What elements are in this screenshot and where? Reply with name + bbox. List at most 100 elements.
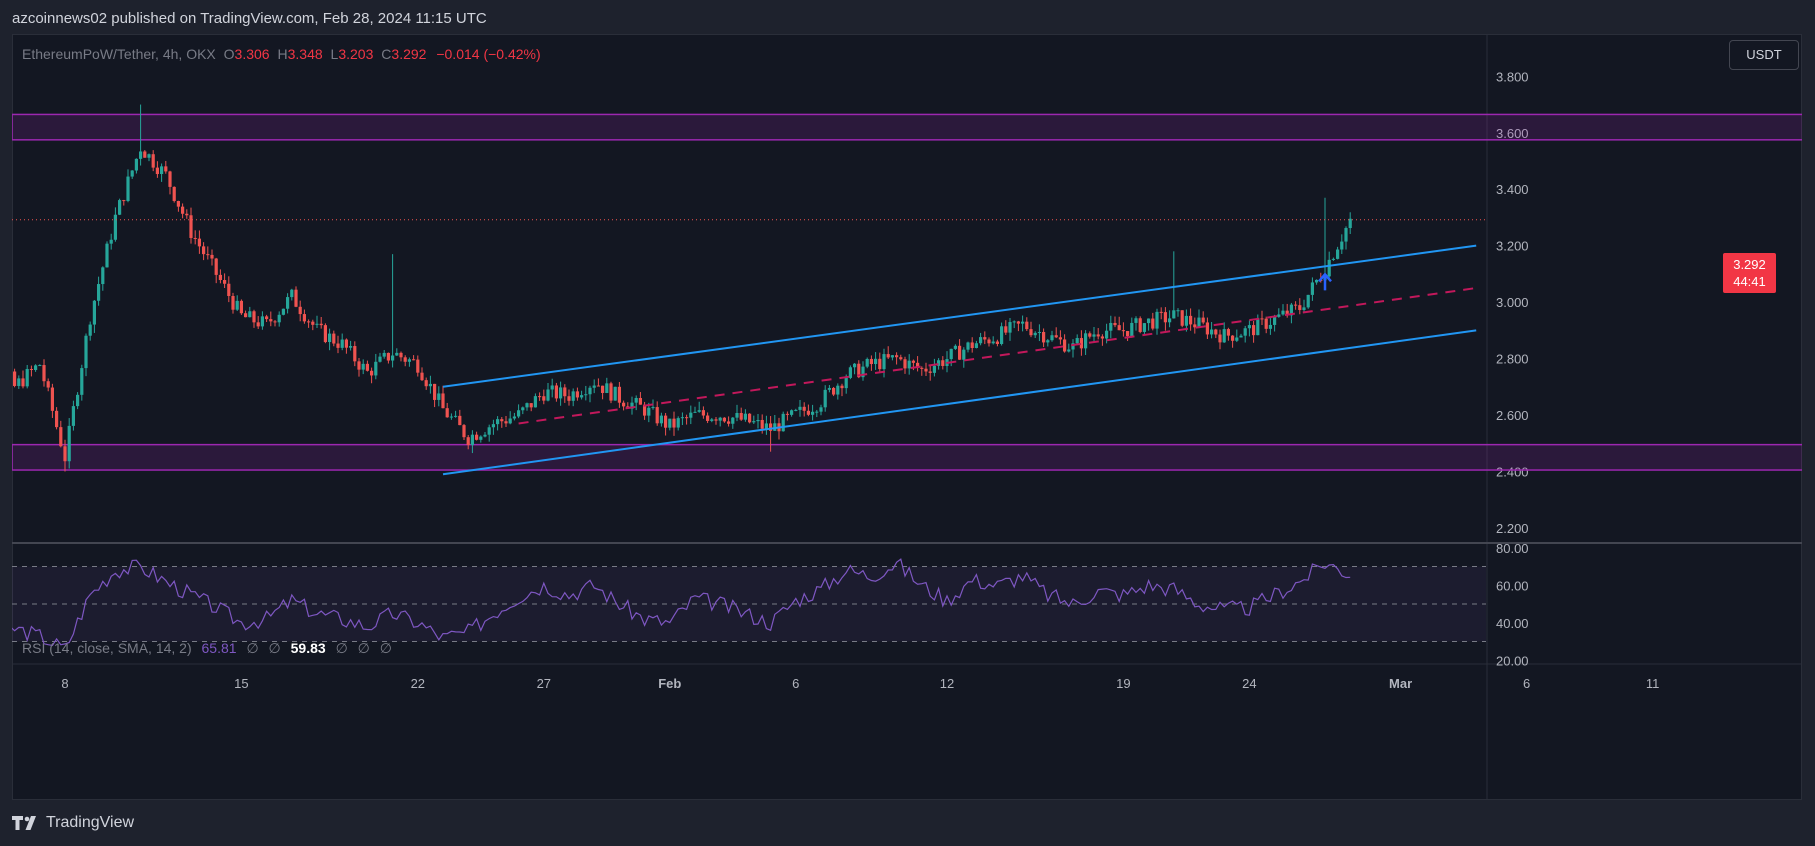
candle-body: [1033, 332, 1037, 336]
candle-body: [605, 383, 609, 393]
candle-body: [1260, 318, 1264, 320]
candle-body: [1189, 315, 1193, 325]
candle-body: [756, 419, 760, 422]
candle-body: [542, 396, 546, 401]
candle-body: [1340, 241, 1344, 250]
candle-body: [59, 427, 63, 447]
candle-body: [1096, 334, 1100, 337]
candle-body: [1016, 321, 1020, 324]
tradingview-logo[interactable]: TradingView: [12, 814, 134, 832]
channel-mid-line: [518, 287, 1477, 425]
candle-body: [1138, 318, 1142, 332]
candle-body: [391, 355, 395, 361]
candle-body: [974, 343, 978, 349]
price-tick-label: 3.200: [1496, 239, 1529, 254]
candle-body: [1004, 326, 1008, 333]
candle-body: [521, 407, 525, 411]
candle-body: [752, 421, 756, 423]
symbol-title: EthereumPoW/Tether, 4h, OKX: [22, 46, 216, 62]
time-tick-label: Feb: [658, 676, 681, 691]
candle-body: [185, 213, 189, 216]
candle-body: [538, 396, 542, 398]
rsi-tick-label: 40.00: [1496, 616, 1529, 631]
candle-body: [130, 170, 134, 177]
candle-body: [953, 345, 957, 349]
rsi-na-1: ∅: [246, 640, 259, 656]
currency-button[interactable]: USDT: [1729, 40, 1799, 70]
candle-body: [718, 417, 722, 421]
candle-body: [80, 368, 84, 395]
candle-body: [1155, 311, 1159, 329]
candle-body: [722, 417, 726, 422]
candle-body: [647, 407, 651, 416]
candle-body: [987, 339, 991, 344]
time-tick-label: 8: [61, 676, 68, 691]
candle-body: [445, 408, 449, 418]
candle-body: [672, 418, 676, 428]
candle-body: [176, 200, 180, 207]
candle-body: [63, 446, 67, 462]
candle-body: [17, 378, 21, 386]
candle-body: [559, 387, 563, 399]
candle-body: [1008, 322, 1012, 333]
candle-body: [962, 349, 966, 360]
candle-body: [701, 410, 705, 416]
candle-body: [815, 411, 819, 413]
candle-body: [71, 406, 75, 426]
candle-body: [748, 413, 752, 423]
rsi-na-2: ∅: [268, 640, 281, 656]
candle-body: [764, 423, 768, 429]
candle-body: [1029, 329, 1033, 336]
time-tick-label: 6: [1523, 676, 1530, 691]
candle-body: [378, 356, 382, 362]
candle-body: [126, 176, 130, 202]
candle-body: [323, 325, 327, 343]
candle-body: [928, 371, 932, 373]
candle-body: [55, 410, 59, 428]
candle-body: [50, 387, 54, 411]
candle-body: [1306, 294, 1310, 308]
candle-body: [122, 200, 126, 202]
candle-body: [924, 368, 928, 372]
candle-body: [475, 434, 479, 440]
candle-body: [29, 368, 33, 370]
candle-body: [575, 391, 579, 398]
candle-body: [571, 391, 575, 401]
candle-body: [1100, 336, 1104, 339]
candle-body: [1214, 329, 1218, 335]
candle-body: [785, 413, 789, 415]
price-chart-svg[interactable]: 3.8003.6003.4003.2003.0002.8002.6002.400…: [12, 34, 1802, 800]
candle-body: [508, 418, 512, 424]
candle-body: [706, 415, 710, 421]
candle-body: [420, 372, 424, 381]
candle-body: [1180, 310, 1184, 326]
candle-body: [911, 360, 915, 363]
high-value: 3.348: [287, 46, 323, 62]
candle-body: [151, 154, 155, 168]
candle-body: [294, 289, 298, 307]
candle-body: [529, 403, 533, 408]
candle-body: [290, 289, 294, 298]
candle-body: [714, 419, 718, 421]
candle-body: [88, 324, 92, 336]
candle-body: [1252, 325, 1256, 336]
publisher-header: azcoinnews02 published on TradingView.co…: [12, 10, 487, 27]
candle-body: [1239, 335, 1243, 338]
candle-body: [403, 357, 407, 362]
candle-body: [269, 319, 273, 322]
candle-body: [382, 352, 386, 357]
candle-body: [105, 243, 109, 268]
candle-body: [202, 246, 206, 255]
candle-body: [920, 367, 924, 369]
candle-body: [1273, 316, 1277, 325]
candle-body: [336, 343, 340, 348]
rsi-na-3: ∅: [335, 640, 348, 656]
candle-body: [25, 368, 29, 387]
zone-resistance: [12, 113, 1802, 141]
candle-body: [525, 403, 529, 408]
candle-body: [836, 385, 840, 395]
candle-body: [424, 380, 428, 387]
candle-body: [584, 394, 588, 396]
candle-body: [983, 337, 987, 340]
candle-body: [76, 394, 80, 407]
